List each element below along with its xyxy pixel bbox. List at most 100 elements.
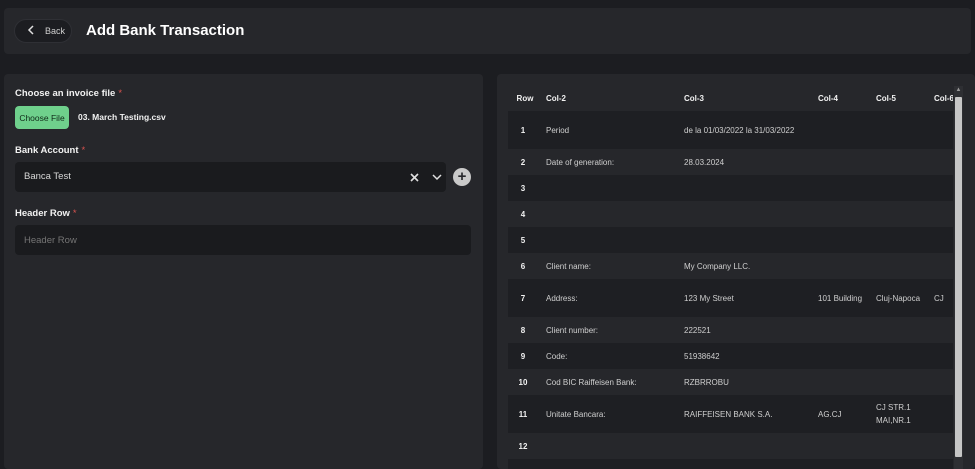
table-cell: My Company LLC. xyxy=(680,253,814,279)
plus-circle-icon[interactable]: + xyxy=(453,168,471,186)
table-cell: Date of generation: xyxy=(542,149,680,175)
row-number-cell: 6 xyxy=(508,253,542,279)
table-cell: 222521 xyxy=(680,317,814,343)
table-cell xyxy=(930,111,953,149)
table-cell xyxy=(542,433,680,459)
table-cell xyxy=(814,227,872,253)
row-number-cell: 4 xyxy=(508,201,542,227)
table-cell xyxy=(872,149,930,175)
table-cell: Address: xyxy=(542,279,680,317)
table-cell xyxy=(814,459,872,469)
bank-account-label-text: Bank Account xyxy=(15,145,79,156)
row-number-cell: 2 xyxy=(508,149,542,175)
header-row-label-text: Header Row xyxy=(15,208,70,219)
table-cell: RAIFFEISEN BANK S.A. xyxy=(680,395,814,433)
bank-account-value: Banca Test xyxy=(24,171,71,182)
table-cell: Code: xyxy=(542,343,680,369)
table-row: 6 Client name: My Company LLC. xyxy=(508,253,953,279)
row-number-cell: 9 xyxy=(508,343,542,369)
table-cell: Cluj-Napoca xyxy=(872,279,930,317)
table-cell xyxy=(930,369,953,395)
table-cell: Cod BIC Raiffeisen Bank: xyxy=(542,369,680,395)
table-cell xyxy=(872,459,930,469)
table-cell xyxy=(930,395,953,433)
table-row: 2 Date of generation: 28.03.2024 xyxy=(508,149,953,175)
page-title: Add Bank Transaction xyxy=(86,22,245,39)
table-cell xyxy=(814,175,872,201)
table-cell xyxy=(930,459,953,469)
table-cell xyxy=(930,253,953,279)
chevron-down-icon[interactable] xyxy=(431,170,443,182)
header-row-input[interactable] xyxy=(15,225,471,255)
required-mark: * xyxy=(118,88,123,99)
vertical-scrollbar[interactable]: ▲ xyxy=(954,86,963,469)
table-row: 1 Period de la 01/03/2022 la 31/03/2022 xyxy=(508,111,953,149)
table-cell: Period xyxy=(542,111,680,149)
table-row: 11 Unitate Bancara: RAIFFEISEN BANK S.A. AG… xyxy=(508,395,953,433)
table-cell: CJ STR.1 MAI,NR.1 xyxy=(872,395,930,433)
bank-account-select[interactable]: Banca Test xyxy=(15,162,446,192)
row-number-cell: 10 xyxy=(508,369,542,395)
table-cell xyxy=(930,433,953,459)
table-row: 7 Address: 123 My Street 101 Building Cluj-N… xyxy=(508,279,953,317)
required-mark: * xyxy=(81,145,86,156)
table-cell xyxy=(542,227,680,253)
column-header: Col-3 xyxy=(680,86,814,111)
table-cell xyxy=(814,317,872,343)
table-cell xyxy=(814,201,872,227)
table-cell: 28.03.2024 xyxy=(680,149,814,175)
table-cell xyxy=(872,111,930,149)
table-cell xyxy=(872,227,930,253)
invoice-file-label: Choose an invoice file * xyxy=(15,88,122,99)
table-cell xyxy=(930,149,953,175)
scrollbar-thumb[interactable] xyxy=(955,97,962,457)
table-cell xyxy=(542,201,680,227)
row-number-cell: 1 xyxy=(508,111,542,149)
table-row: 3 xyxy=(508,175,953,201)
row-number-cell: 5 xyxy=(508,227,542,253)
column-header: Row xyxy=(508,86,542,111)
form-panel: Choose an invoice file * Choose File 03. … xyxy=(4,74,483,469)
table-cell xyxy=(872,433,930,459)
scroll-up-icon[interactable]: ▲ xyxy=(954,86,963,95)
selected-file-name: 03. March Testing.csv xyxy=(78,112,166,122)
table-cell xyxy=(872,201,930,227)
chevron-left-icon xyxy=(27,24,39,38)
table-cell xyxy=(930,227,953,253)
table-cell: AG.CJ xyxy=(814,395,872,433)
table-cell xyxy=(680,459,814,469)
table-cell xyxy=(814,111,872,149)
table-cell: de la 01/03/2022 la 31/03/2022 xyxy=(680,111,814,149)
table-cell xyxy=(930,343,953,369)
table-cell xyxy=(680,201,814,227)
back-label: Back xyxy=(45,26,66,36)
back-button[interactable]: Back xyxy=(14,19,72,43)
close-icon[interactable] xyxy=(410,169,419,185)
row-number-cell: 3 xyxy=(508,175,542,201)
table-cell xyxy=(814,253,872,279)
row-number-cell: 11 xyxy=(508,395,542,433)
table-cell xyxy=(542,459,680,469)
row-number-cell: 12 xyxy=(508,433,542,459)
row-number-cell: 8 xyxy=(508,317,542,343)
table-cell xyxy=(680,175,814,201)
table-cell xyxy=(814,343,872,369)
table-cell xyxy=(680,227,814,253)
table-cell xyxy=(930,175,953,201)
table-cell: Client name: xyxy=(542,253,680,279)
table-cell xyxy=(542,175,680,201)
table-row: 5 xyxy=(508,227,953,253)
bank-account-label: Bank Account * xyxy=(15,145,85,156)
column-header: Col-4 xyxy=(814,86,872,111)
table-row: 8 Client number: 222521 xyxy=(508,317,953,343)
preview-table-container[interactable]: Row Col-2 Col-3 Col-4 Col-5 Col-6 1 Perio… xyxy=(508,86,953,469)
preview-table: Row Col-2 Col-3 Col-4 Col-5 Col-6 1 Perio… xyxy=(508,86,953,469)
table-header-row: Row Col-2 Col-3 Col-4 Col-5 Col-6 xyxy=(508,86,953,111)
preview-panel: Row Col-2 Col-3 Col-4 Col-5 Col-6 1 Perio… xyxy=(497,74,975,469)
header-row-label: Header Row * xyxy=(15,208,77,219)
table-cell xyxy=(814,149,872,175)
choose-file-button[interactable]: Choose File xyxy=(15,106,69,129)
row-number-cell: 13 xyxy=(508,459,542,469)
table-row: 10 Cod BIC Raiffeisen Bank: RZBRROBU xyxy=(508,369,953,395)
table-cell: Unitate Bancara: xyxy=(542,395,680,433)
